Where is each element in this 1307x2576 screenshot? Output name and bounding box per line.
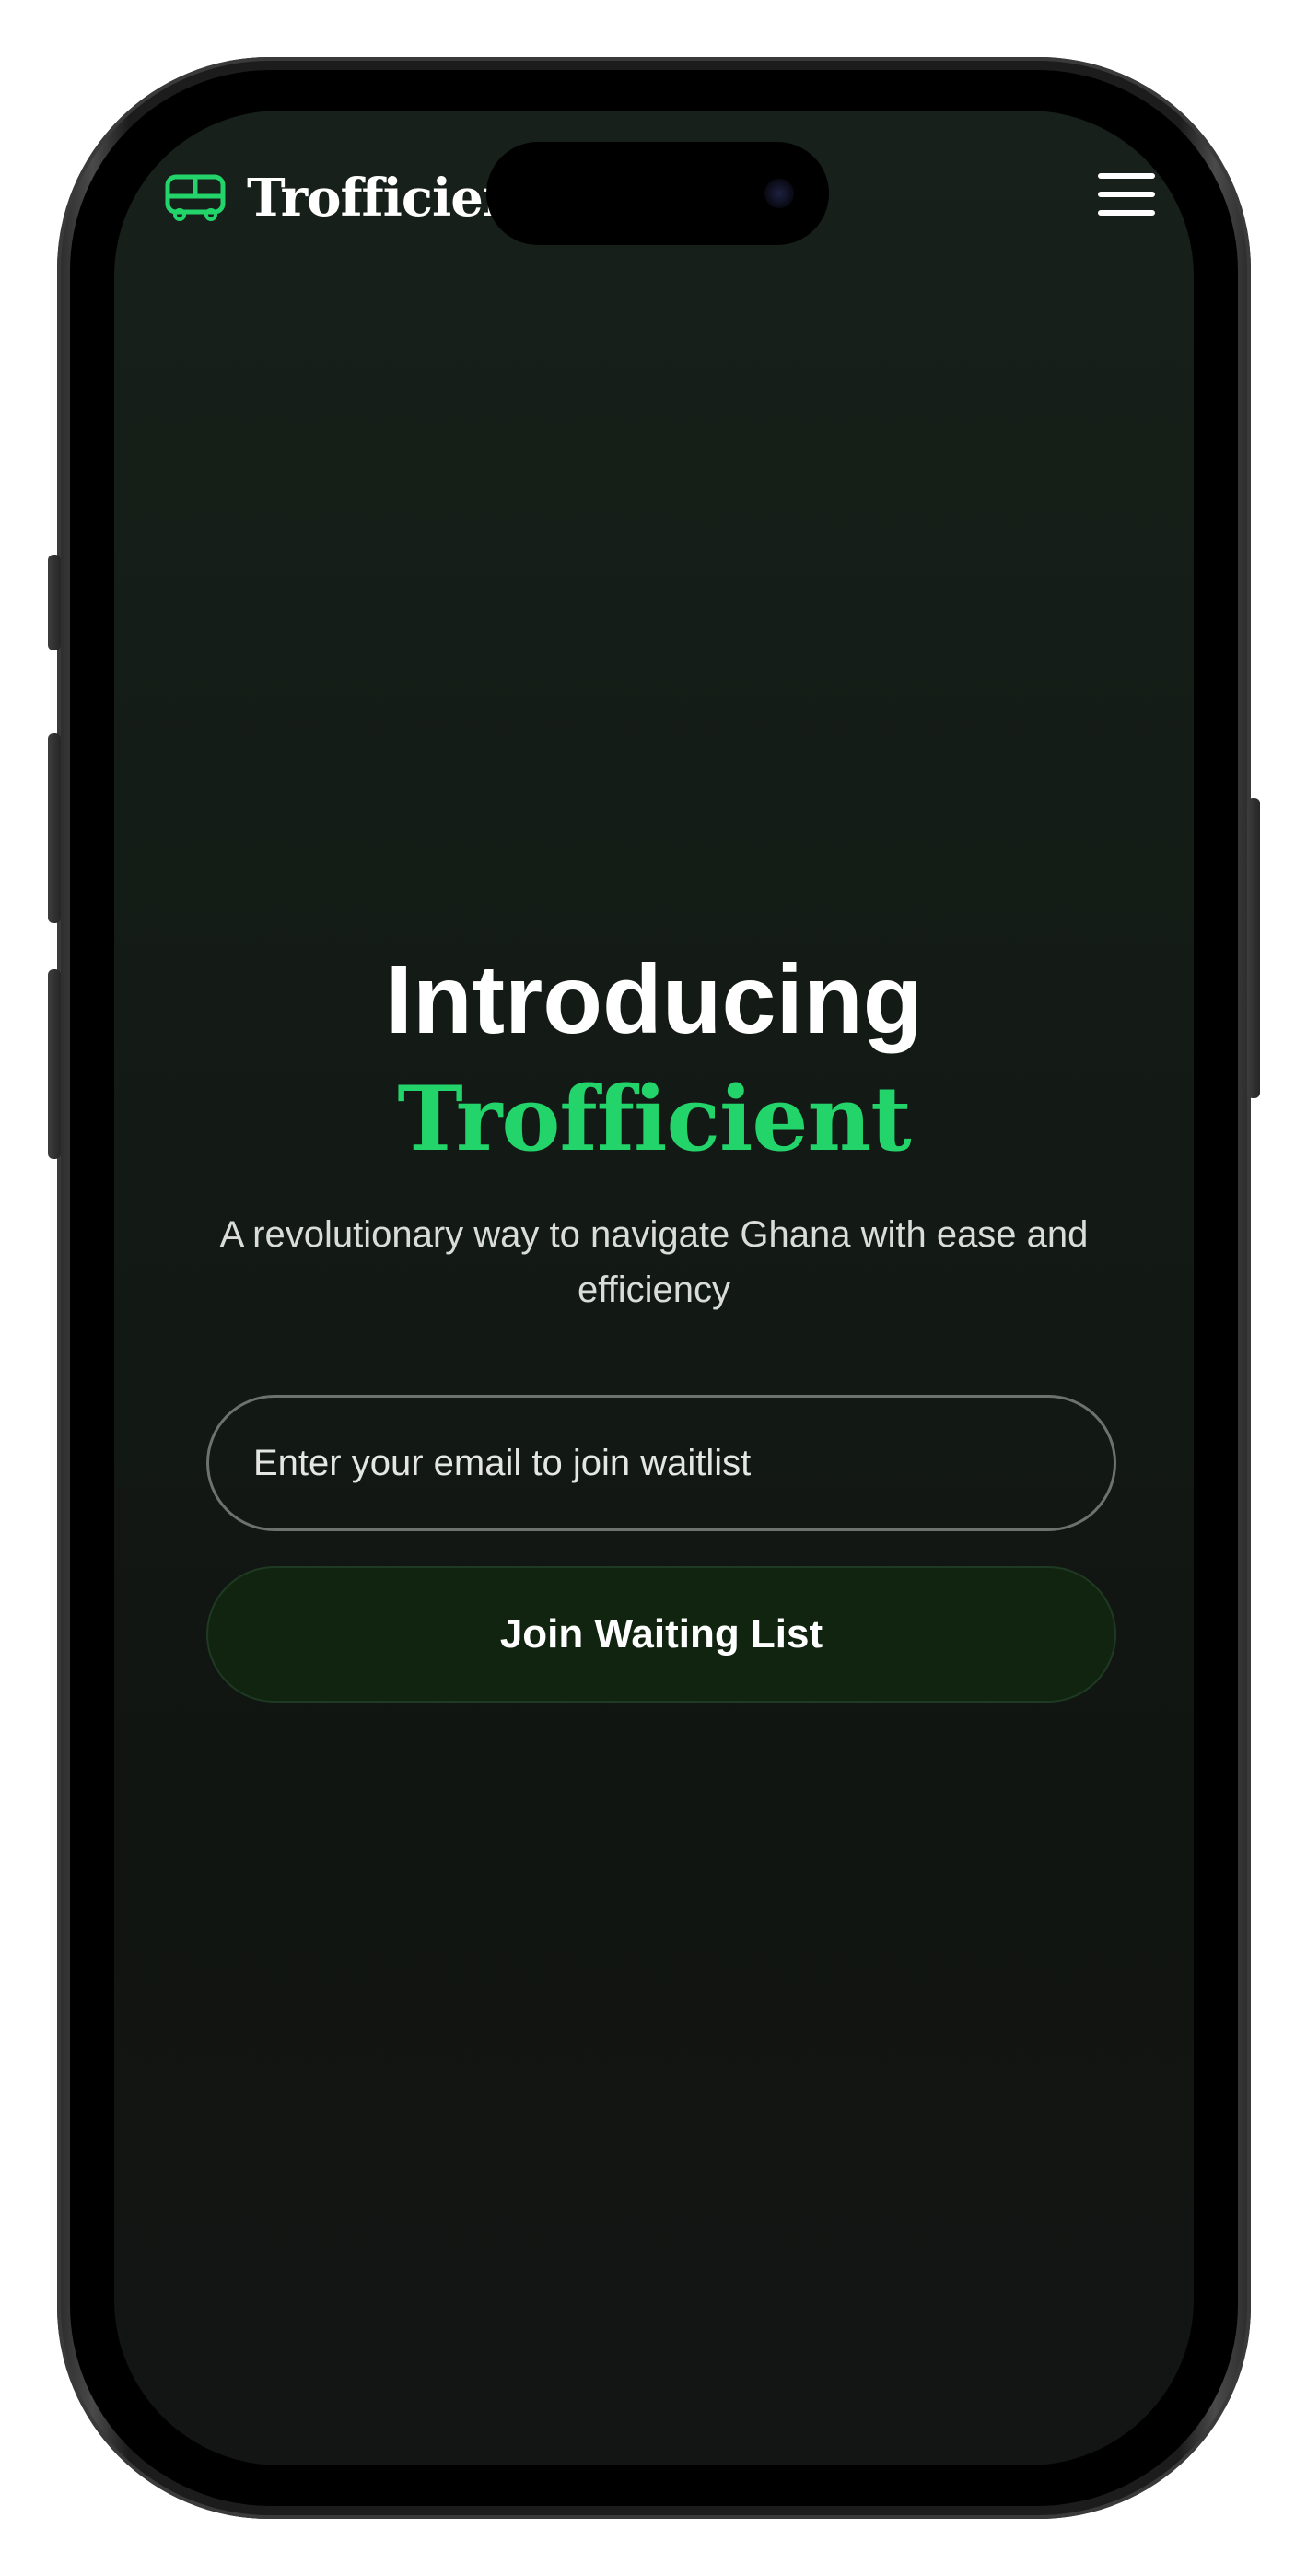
dynamic-island	[486, 142, 829, 245]
app-screen: Trofficient Introducing Trofficient A re…	[114, 111, 1194, 2465]
hero-section: Introducing Trofficient A revolutionary …	[114, 940, 1194, 1317]
brand-logo[interactable]: Trofficient	[164, 168, 543, 228]
power-button	[1247, 798, 1260, 1098]
join-waitlist-button[interactable]: Join Waiting List	[206, 1566, 1116, 1703]
bus-icon	[164, 174, 227, 222]
hero-title: Introducing	[385, 945, 923, 1054]
front-camera-icon	[764, 179, 794, 208]
volume-up-button	[48, 733, 61, 923]
email-input[interactable]	[206, 1395, 1116, 1531]
action-button	[48, 555, 61, 650]
top-nav: Trofficient	[114, 111, 1194, 286]
hero-subtitle: A revolutionary way to navigate Ghana wi…	[219, 1214, 1089, 1310]
hamburger-menu-icon[interactable]	[1098, 173, 1155, 221]
volume-down-button	[48, 969, 61, 1159]
hero-brand-name: Trofficient	[397, 1067, 911, 1171]
